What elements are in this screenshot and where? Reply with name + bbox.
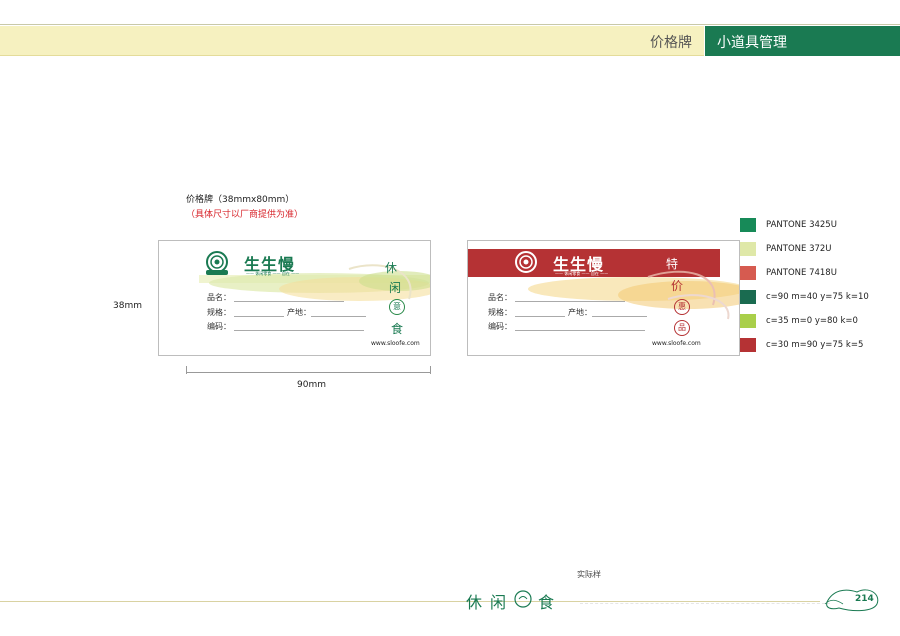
field-code-line bbox=[515, 330, 645, 331]
width-dimension-line bbox=[186, 372, 431, 373]
legend-label: c=30 m=90 y=75 k=5 bbox=[766, 340, 864, 350]
header-tab-label: 小道具管理 bbox=[717, 35, 787, 51]
vertical-stamp-char: 闲 bbox=[389, 281, 402, 295]
field-code-line bbox=[234, 330, 364, 331]
stamp-circle-icon: 品 bbox=[674, 320, 690, 336]
width-dimension-tick bbox=[430, 366, 431, 374]
brand-tagline: —— 休闲零食 —— 自在 —— bbox=[555, 271, 609, 276]
field-origin-label: 产地： bbox=[287, 308, 311, 317]
footer-rule bbox=[0, 601, 820, 602]
color-swatch bbox=[740, 290, 756, 304]
legend-label: c=35 m=0 y=80 k=0 bbox=[766, 316, 858, 326]
color-swatch bbox=[740, 338, 756, 352]
spec-title: 价格牌（38mmx80mm） bbox=[186, 195, 295, 205]
legend-item: c=30 m=90 y=75 k=5 bbox=[740, 338, 900, 352]
field-spec-line bbox=[515, 316, 565, 317]
footer-logo-circle-icon bbox=[514, 590, 532, 608]
footer-logo-char: 休 bbox=[466, 593, 483, 612]
legend-label: c=90 m=40 y=75 k=10 bbox=[766, 292, 869, 302]
field-origin-line bbox=[311, 316, 366, 317]
watercolor-wash-decoration bbox=[528, 270, 739, 320]
vertical-stamp-char: 食 bbox=[391, 322, 404, 336]
field-origin-line bbox=[592, 316, 647, 317]
footer-caption: 实际样 bbox=[577, 570, 601, 579]
snail-logo-icon bbox=[206, 251, 228, 275]
field-spec-label: 规格： bbox=[207, 308, 231, 317]
website-url: www.sloofe.com bbox=[371, 340, 420, 347]
snail-logo-icon bbox=[515, 251, 537, 273]
legend-label: PANTONE 3425U bbox=[766, 220, 837, 230]
header-tab: 小道具管理 bbox=[705, 26, 900, 56]
field-name-label: 品名： bbox=[488, 293, 512, 302]
vertical-stamp-char: 价 bbox=[671, 279, 684, 293]
field-code-label: 编码： bbox=[488, 322, 512, 331]
spec-note: （具体尺寸以厂商提供为准） bbox=[186, 210, 304, 220]
field-name-label: 品名： bbox=[207, 293, 231, 302]
color-swatch bbox=[740, 218, 756, 232]
legend-label: PANTONE 7418U bbox=[766, 268, 837, 278]
legend-item: PANTONE 372U bbox=[740, 242, 900, 256]
brand-tagline: —— 休闲零食 —— 自在 —— bbox=[246, 271, 300, 276]
header-top-rule bbox=[0, 24, 900, 25]
section-title: 价格牌 bbox=[650, 35, 692, 51]
legend-item: PANTONE 3425U bbox=[740, 218, 900, 232]
color-swatch bbox=[740, 266, 756, 280]
stamp-circle-icon: 惠 bbox=[674, 299, 690, 315]
field-code-label: 编码： bbox=[207, 322, 231, 331]
color-swatch bbox=[740, 242, 756, 256]
legend-item: c=35 m=0 y=80 k=0 bbox=[740, 314, 900, 328]
width-dimension-tick bbox=[186, 366, 187, 374]
footer-logo-char: 食 bbox=[538, 593, 555, 612]
vertical-stamp-char: 特 bbox=[666, 257, 679, 271]
legend-item: PANTONE 7418U bbox=[740, 266, 900, 280]
field-name-line bbox=[515, 301, 625, 302]
footer-logo-char: 闲 bbox=[490, 593, 507, 612]
color-swatch bbox=[740, 314, 756, 328]
height-dimension-label: 38mm bbox=[113, 301, 142, 311]
width-dimension-label: 90mm bbox=[297, 380, 326, 390]
legend-label: PANTONE 372U bbox=[766, 244, 832, 254]
page-number: 214 bbox=[855, 594, 874, 604]
price-tag-card-special: 生生慢 —— 休闲零食 —— 自在 —— 特 价 惠 品 品名： 规格： 产地：… bbox=[467, 240, 740, 356]
page-badge-icon bbox=[824, 589, 879, 612]
field-name-line bbox=[234, 301, 344, 302]
field-spec-line bbox=[234, 316, 284, 317]
website-url: www.sloofe.com bbox=[652, 340, 701, 347]
footer-brand-logo: 休 闲 食 bbox=[466, 583, 576, 613]
footer-dashed-rule bbox=[580, 603, 830, 604]
vertical-stamp-char: 休 bbox=[385, 261, 398, 275]
field-spec-label: 规格： bbox=[488, 308, 512, 317]
stamp-circle-icon: 意 bbox=[389, 299, 405, 315]
legend-item: c=90 m=40 y=75 k=10 bbox=[740, 290, 900, 304]
price-tag-card-standard: 生生慢 —— 休闲零食 —— 自在 —— 休 闲 意 食 品名： 规格： 产地：… bbox=[158, 240, 431, 356]
header-band: 价格牌 bbox=[0, 26, 704, 56]
field-origin-label: 产地： bbox=[568, 308, 592, 317]
